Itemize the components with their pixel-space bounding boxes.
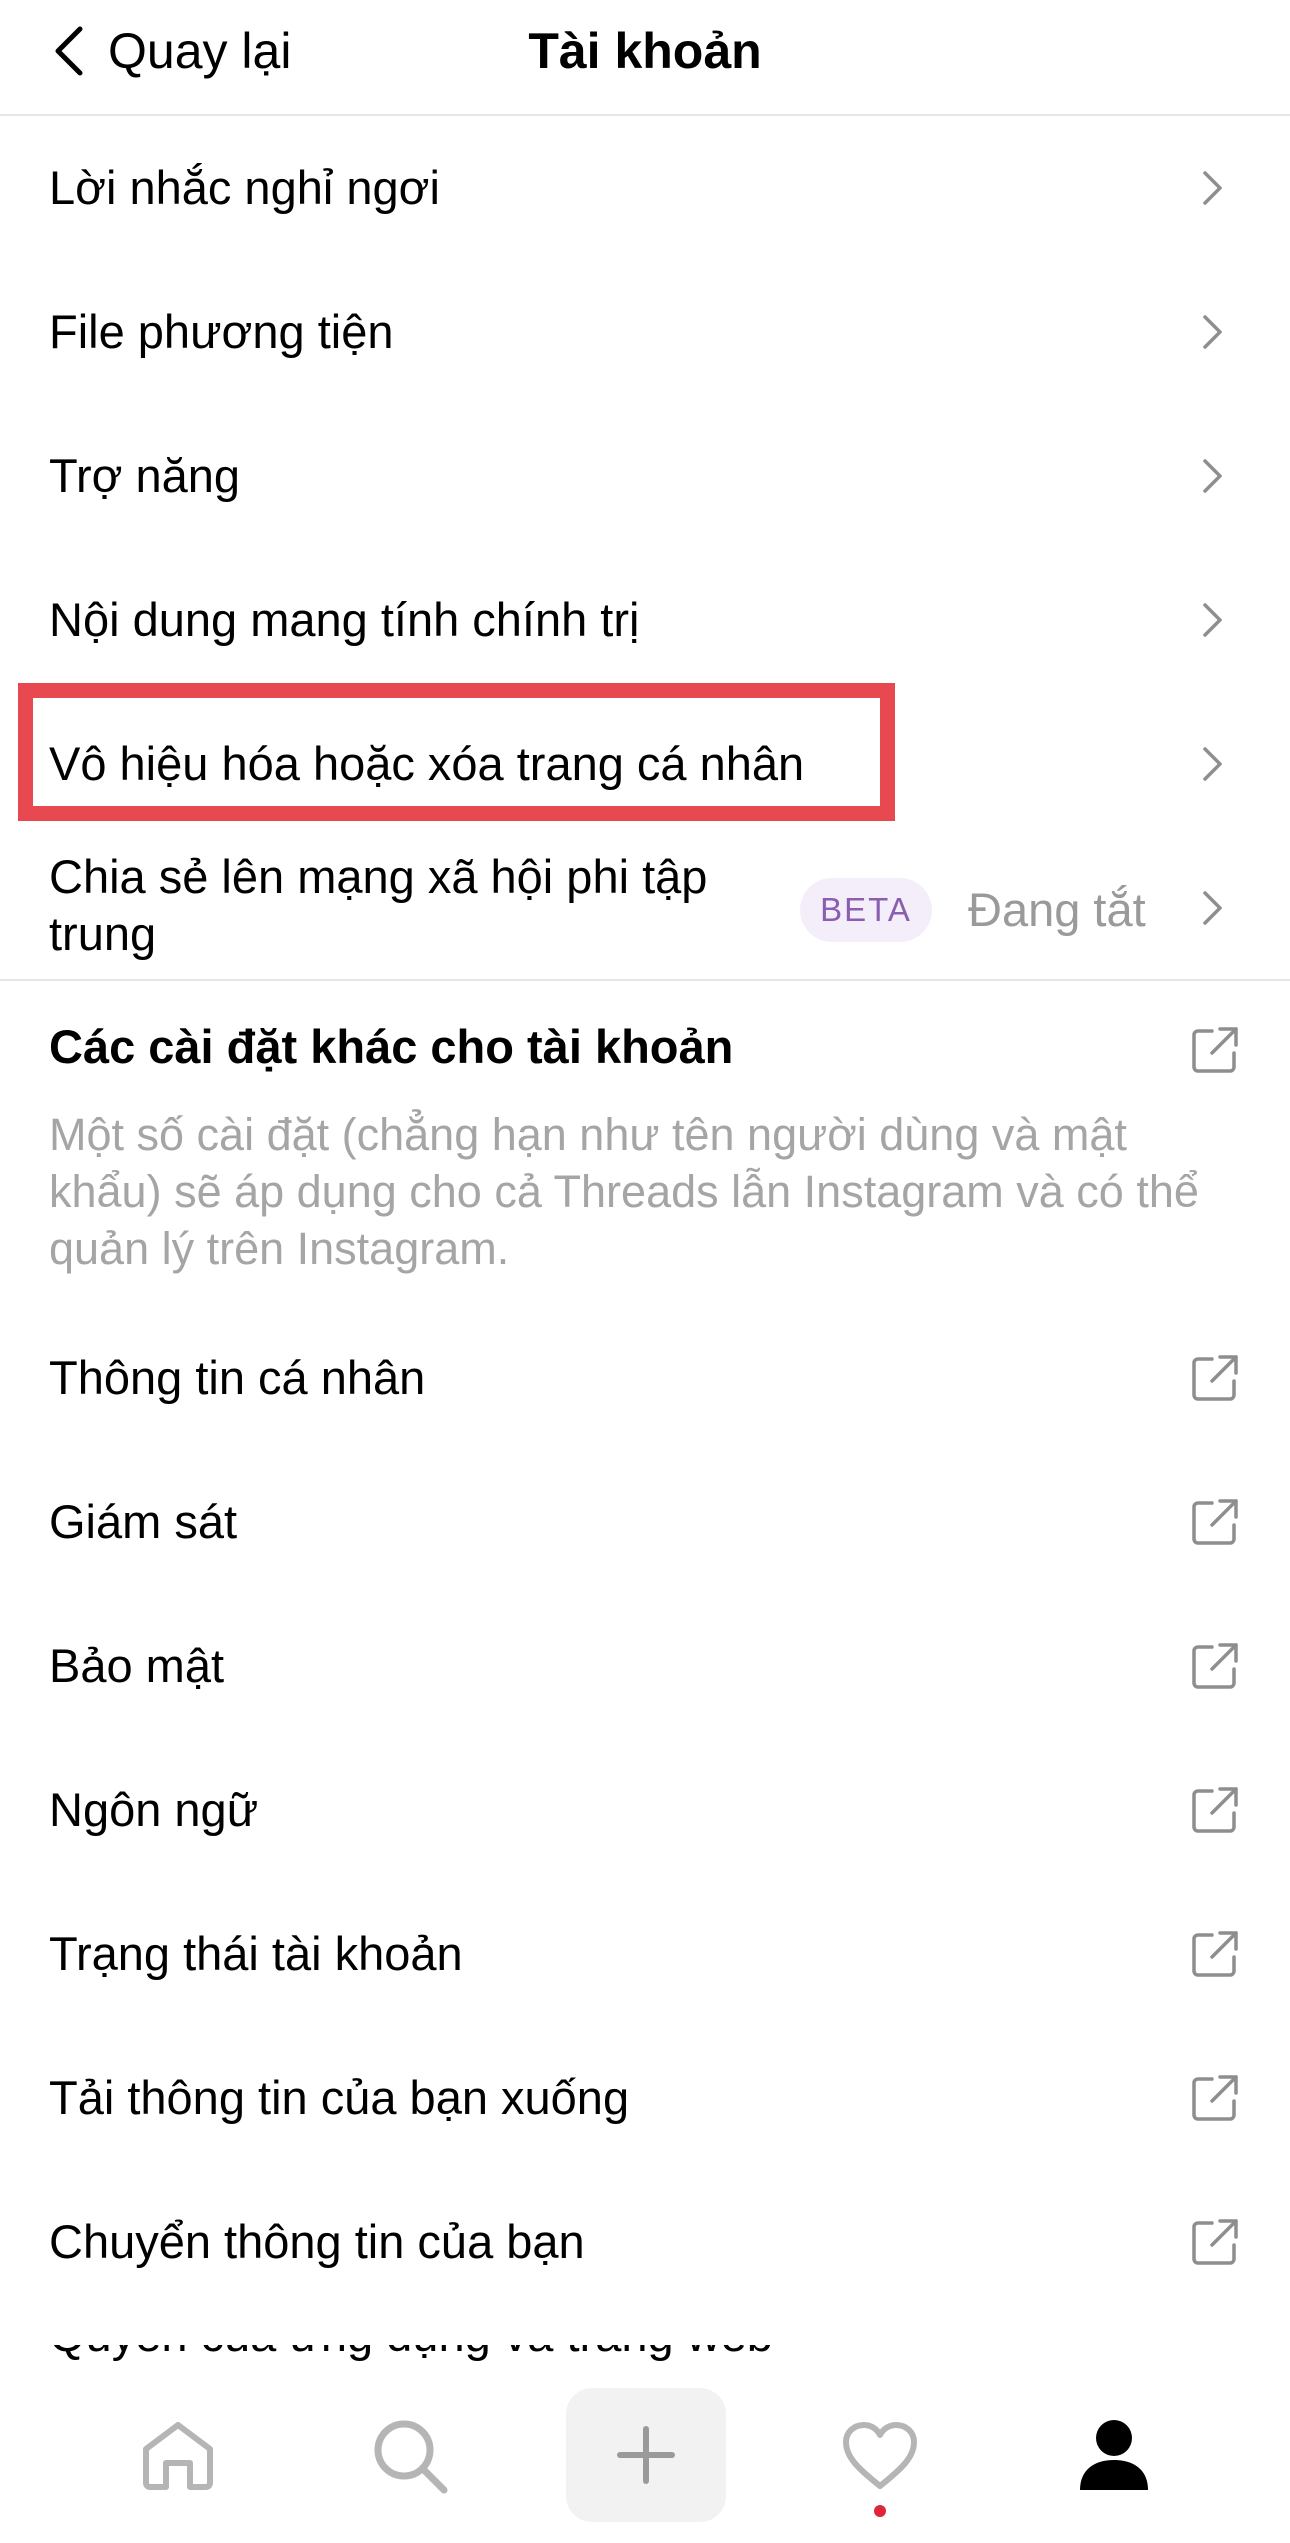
settings-row-accessibility[interactable]: Trợ năng: [0, 404, 1290, 548]
row-label-line1: Chia sẻ lên mạng xã hội phi tập: [49, 850, 708, 903]
row-label: Trạng thái tài khoản: [49, 1927, 463, 1980]
row-label: Bảo mật: [49, 1639, 225, 1692]
external-link-icon: [1192, 1931, 1238, 1977]
external-link-icon: [1192, 1643, 1238, 1689]
chevron-right-icon: [1203, 171, 1222, 205]
row-label: Vô hiệu hóa hoặc xóa trang cá nhân: [49, 737, 805, 790]
external-link-icon: [1192, 1027, 1238, 1073]
row-label: Chuyển thông tin của bạn: [49, 2215, 585, 2268]
row-label: Quyền của ứng dụng và trang web: [49, 2345, 773, 2362]
row-label: File phương tiện: [49, 305, 394, 358]
settings-row-media[interactable]: File phương tiện: [0, 260, 1290, 404]
settings-row-partial[interactable]: Quyền của ứng dụng và trang web: [49, 2345, 1249, 2365]
external-link-icon: [1192, 1787, 1238, 1833]
settings-row-security[interactable]: Bảo mật: [0, 1594, 1290, 1738]
new-thread-icon: [617, 2426, 675, 2484]
tab-home[interactable]: [98, 2368, 258, 2543]
settings-row-account-status[interactable]: Trạng thái tài khoản: [0, 1882, 1290, 2026]
row-label: Trợ năng: [49, 449, 241, 502]
tab-profile[interactable]: [1034, 2368, 1194, 2543]
chevron-right-icon: [1203, 891, 1222, 925]
chevron-right-icon: [1203, 603, 1222, 637]
tab-search[interactable]: [330, 2368, 490, 2543]
external-link-icon: [1192, 1499, 1238, 1545]
row-label: Lời nhắc nghỉ ngơi: [49, 161, 440, 214]
row-label: Giám sát: [49, 1495, 238, 1548]
chevron-right-icon: [1203, 315, 1222, 349]
home-icon: [143, 2421, 213, 2490]
row-label: Thông tin cá nhân: [49, 1351, 426, 1404]
settings-row-personal-info[interactable]: Thông tin cá nhân: [0, 1306, 1290, 1450]
beta-badge: BETA: [800, 878, 932, 942]
top-nav-bar: Quay lại Tài khoản: [0, 0, 1290, 116]
external-link-icon: [1192, 1355, 1238, 1401]
settings-row-supervision[interactable]: Giám sát: [0, 1450, 1290, 1594]
section-divider: [0, 979, 1290, 981]
heart-icon: [843, 2421, 917, 2489]
settings-row-break-reminders[interactable]: Lời nhắc nghỉ ngơi: [0, 116, 1290, 260]
row-label: Nội dung mang tính chính trị: [49, 593, 640, 646]
back-button[interactable]: Quay lại: [52, 16, 291, 86]
settings-row-language[interactable]: Ngôn ngữ: [0, 1738, 1290, 1882]
settings-row-political-content[interactable]: Nội dung mang tính chính trị: [0, 548, 1290, 692]
row-label-multiline: Chia sẻ lên mạng xã hội phi tập trung: [49, 848, 707, 962]
chevron-right-icon: [1203, 747, 1222, 781]
back-label: Quay lại: [108, 23, 292, 79]
chevron-right-icon: [1203, 459, 1222, 493]
tab-new-thread[interactable]: [566, 2388, 726, 2522]
status-text: Đang tắt: [968, 883, 1146, 936]
page-title: Tài khoản: [528, 23, 762, 79]
section-description: Một số cài đặt (chẳng hạn như tên người …: [49, 1109, 1199, 1274]
row-label: Ngôn ngữ: [49, 1783, 259, 1836]
search-icon: [374, 2420, 448, 2493]
activity-notification-dot: [874, 2505, 886, 2517]
chevron-left-icon: [55, 26, 83, 76]
row-label: Tải thông tin của bạn xuống: [49, 2071, 630, 2124]
bottom-tab-bar: [0, 2368, 1290, 2543]
external-link-icon: [1192, 2219, 1238, 2265]
profile-icon: [1080, 2419, 1148, 2490]
settings-row-download-info[interactable]: Tải thông tin của bạn xuống: [0, 2026, 1290, 2170]
settings-row-transfer-info[interactable]: Chuyển thông tin của bạn: [0, 2170, 1290, 2314]
external-link-icon: [1192, 2075, 1238, 2121]
row-label-line2: trung: [49, 907, 157, 960]
settings-row-deactivate-or-delete-profile[interactable]: Vô hiệu hóa hoặc xóa trang cá nhân: [0, 692, 1290, 836]
section-title: Các cài đặt khác cho tài khoản: [49, 1020, 734, 1073]
